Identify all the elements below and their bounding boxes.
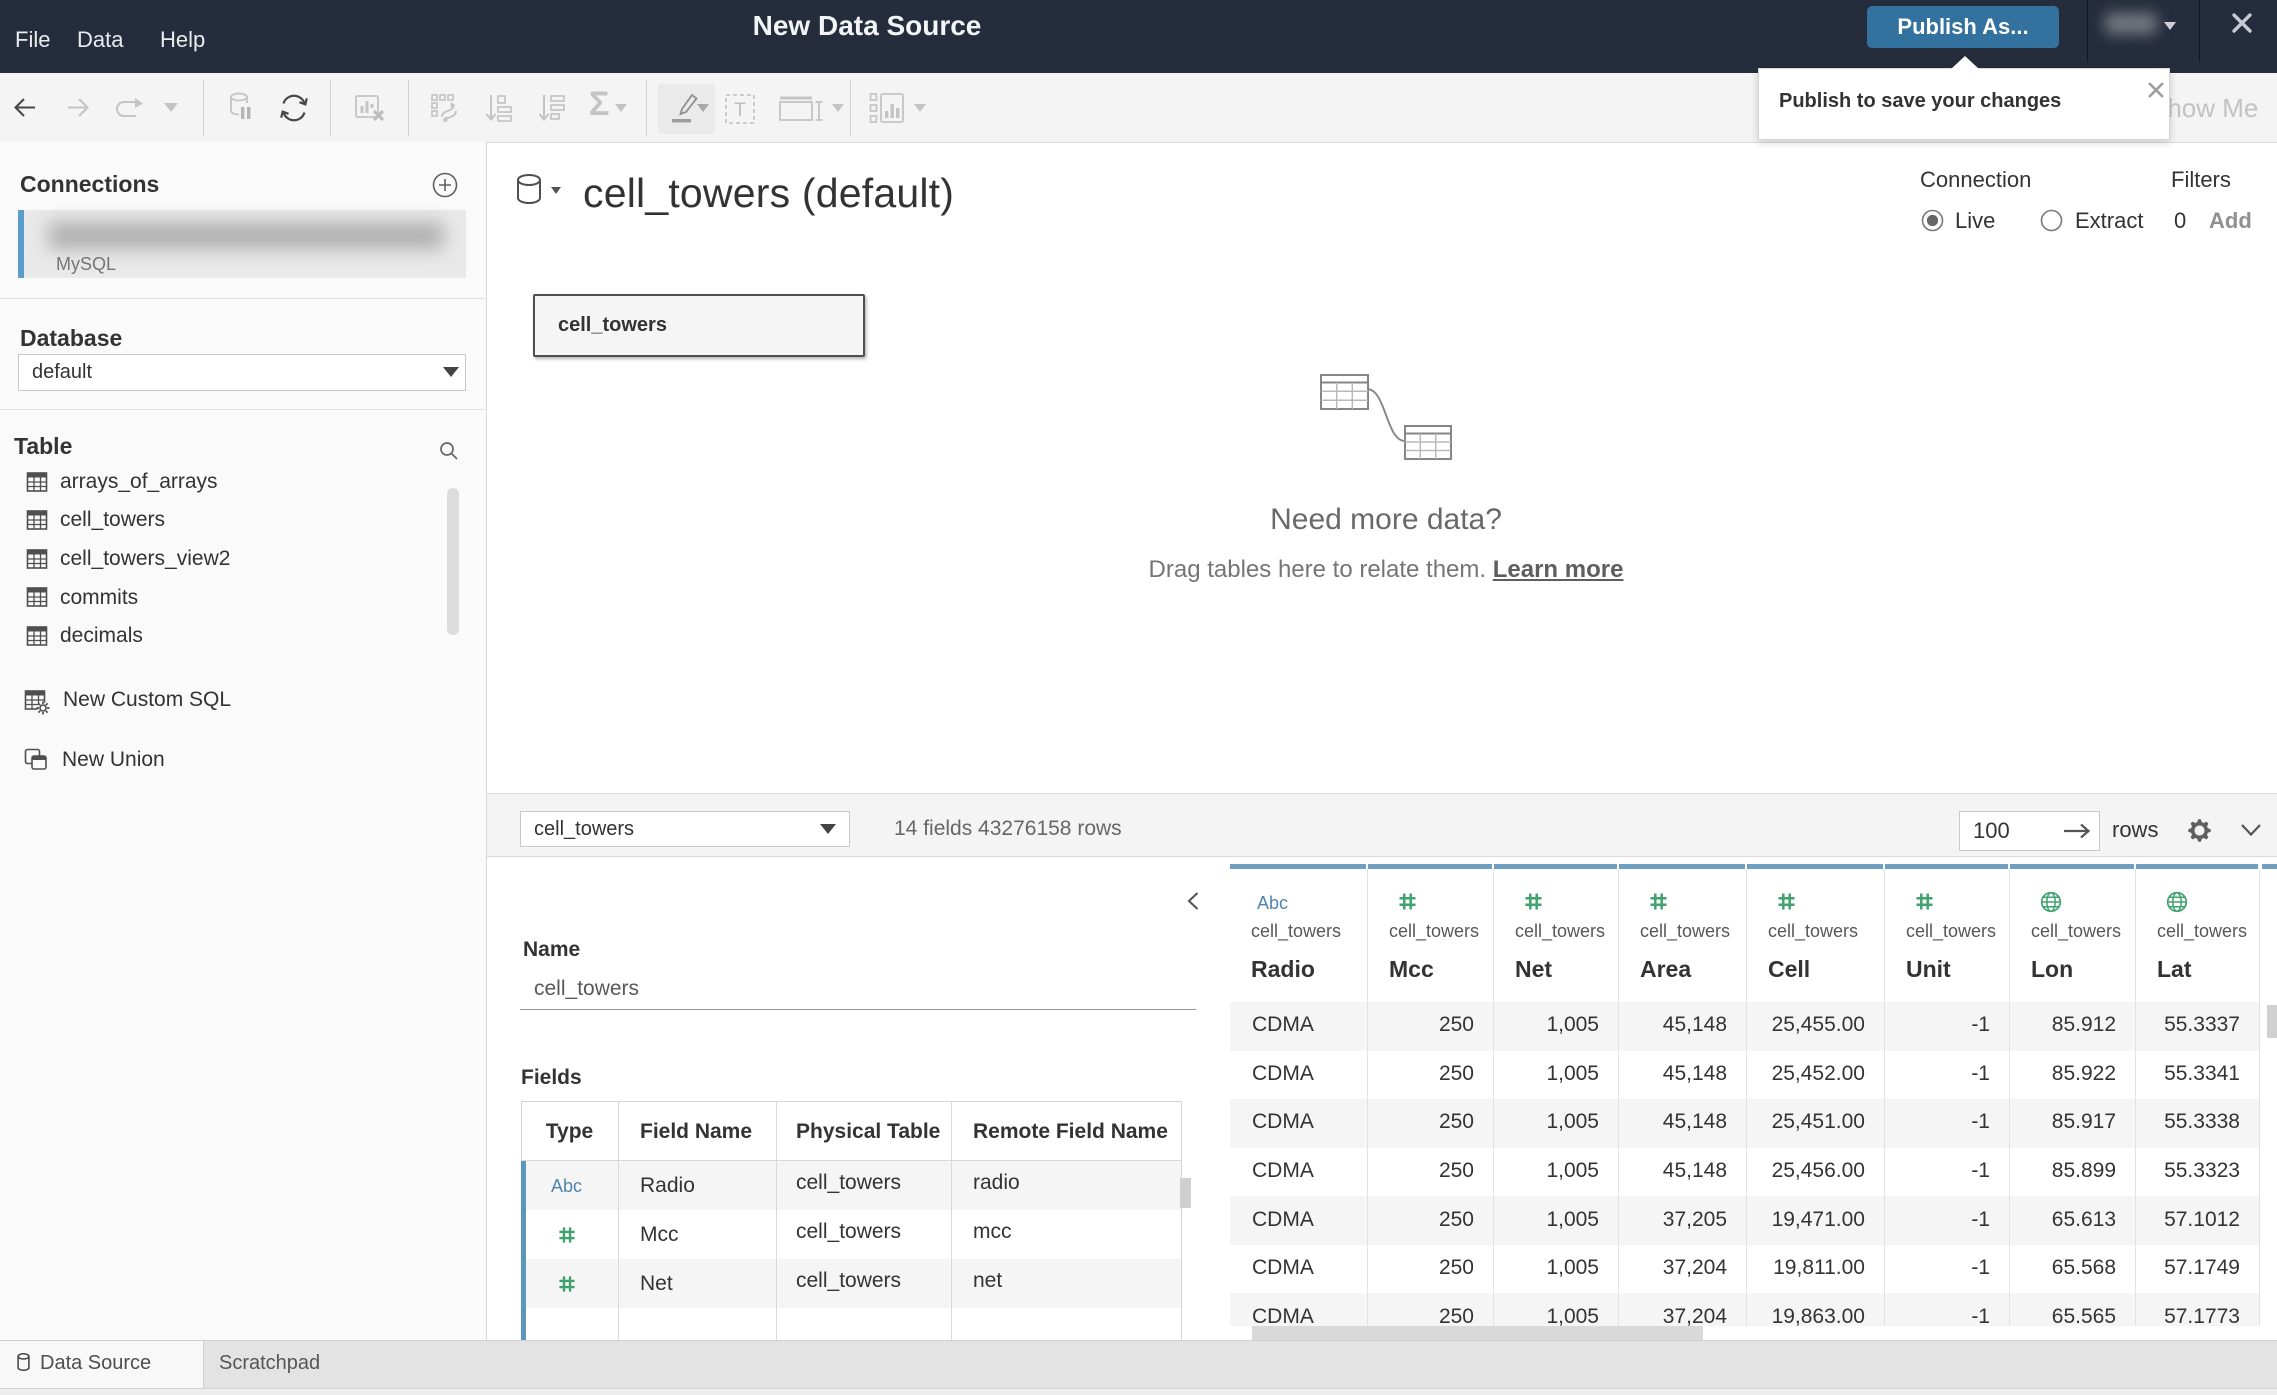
svg-text:T: T — [734, 100, 746, 121]
